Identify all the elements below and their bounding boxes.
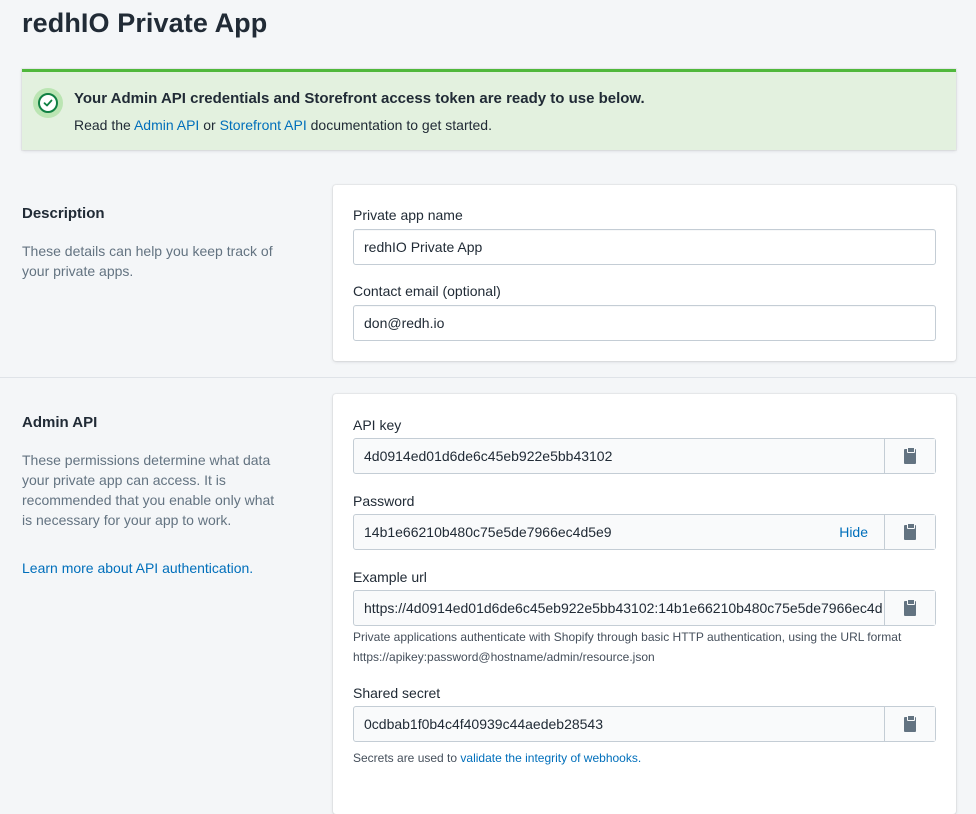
clipboard-icon: [904, 446, 916, 464]
admin-api-section-title: Admin API: [22, 414, 98, 431]
app-name-input[interactable]: redhIO Private App: [353, 229, 936, 265]
copy-example-url-button[interactable]: [884, 591, 935, 625]
password-field: 14b1e66210b480c75e5de7966ec4d5e9 Hide: [353, 514, 936, 550]
description-section-title: Description: [22, 205, 105, 222]
validate-webhooks-link[interactable]: validate the integrity of webhooks.: [460, 751, 641, 765]
example-url-help-text: Private applications authenticate with S…: [353, 627, 936, 667]
shared-secret-help-text: Secrets are used to validate the integri…: [353, 748, 936, 768]
app-name-label: Private app name: [353, 207, 463, 223]
hide-password-button[interactable]: Hide: [839, 515, 884, 549]
success-banner: Your Admin API credentials and Storefron…: [22, 69, 956, 150]
shared-secret-field: 0cdbab1f0b4c4f40939c44aedeb28543: [353, 706, 936, 742]
admin-api-link[interactable]: Admin API: [134, 117, 199, 133]
clipboard-icon: [904, 522, 916, 540]
example-url-help-line2: https://apikey:password@hostname/admin/r…: [353, 650, 655, 664]
banner-or-text: or: [203, 117, 216, 133]
copy-password-button[interactable]: [884, 515, 935, 549]
description-card: Private app name redhIO Private App Cont…: [333, 185, 956, 361]
secret-help-prefix: Secrets are used to: [353, 751, 458, 765]
shared-secret-label: Shared secret: [353, 685, 441, 701]
example-url-label: Example url: [353, 569, 427, 585]
learn-more-api-auth-link[interactable]: Learn more about API authentication.: [22, 558, 282, 578]
password-value[interactable]: 14b1e66210b480c75e5de7966ec4d5e9: [354, 515, 839, 549]
banner-title: Your Admin API credentials and Storefron…: [74, 90, 645, 107]
page-title: redhIO Private App: [22, 8, 268, 38]
api-key-value[interactable]: 4d0914ed01d6de6c45eb922e5bb43102: [354, 439, 884, 473]
storefront-api-link[interactable]: Storefront API: [220, 117, 307, 133]
banner-body-suffix: documentation to get started.: [310, 117, 492, 133]
description-section-text: These details can help you keep track of…: [22, 243, 273, 279]
contact-email-label: Contact email (optional): [353, 283, 501, 299]
banner-body: Read the Admin API or Storefront API doc…: [74, 117, 492, 133]
admin-api-card: API key 4d0914ed01d6de6c45eb922e5bb43102…: [333, 394, 956, 814]
clipboard-icon: [904, 598, 916, 616]
contact-email-input[interactable]: don@redh.io: [353, 305, 936, 341]
password-label: Password: [353, 493, 415, 509]
api-key-field: 4d0914ed01d6de6c45eb922e5bb43102: [353, 438, 936, 474]
checkmark-circle-icon: [33, 88, 63, 118]
admin-api-section-text: These permissions determine what data yo…: [22, 452, 275, 528]
section-divider: [0, 377, 976, 378]
clipboard-icon: [904, 714, 916, 732]
example-url-value[interactable]: https://4d0914ed01d6de6c45eb922e5bb43102…: [354, 591, 884, 625]
example-url-field: https://4d0914ed01d6de6c45eb922e5bb43102…: [353, 590, 936, 626]
copy-shared-secret-button[interactable]: [884, 707, 935, 741]
shared-secret-value[interactable]: 0cdbab1f0b4c4f40939c44aedeb28543: [354, 707, 884, 741]
example-url-help-line1: Private applications authenticate with S…: [353, 630, 902, 644]
api-key-label: API key: [353, 417, 402, 433]
copy-api-key-button[interactable]: [884, 439, 935, 473]
banner-body-prefix: Read the: [74, 117, 131, 133]
